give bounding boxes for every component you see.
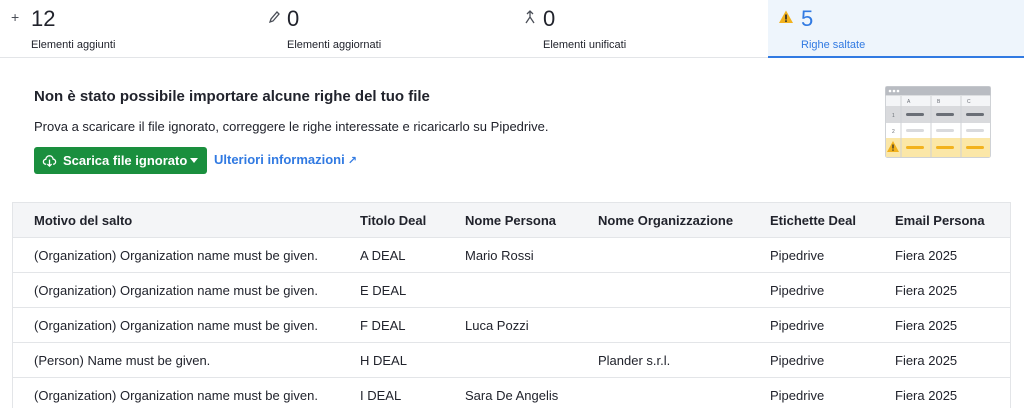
cell-deal-title: E DEAL: [360, 283, 407, 298]
cell-skip-reason: (Organization) Organization name must be…: [34, 318, 318, 333]
updated-label: Elementi aggiornati: [287, 39, 382, 51]
cell-person-name: Mario Rossi: [465, 248, 534, 263]
cell-deal-labels: Pipedrive: [770, 318, 825, 333]
header-organization-name[interactable]: Nome Organizzazione: [587, 203, 759, 237]
cell-skip-reason: (Organization) Organization name must be…: [34, 283, 318, 298]
cell-deal-labels: Pipedrive: [770, 283, 825, 298]
cell-deal-labels: Pipedrive: [770, 353, 825, 368]
cell-deal-labels: Pipedrive: [770, 248, 825, 263]
chevron-down-icon[interactable]: [190, 158, 198, 163]
illus-row-1: 1: [892, 113, 895, 119]
illus-col-c: C: [967, 99, 971, 105]
cell-organization-name: Plander s.r.l.: [598, 353, 671, 368]
more-info-label: Ulteriori informazioni: [214, 152, 345, 167]
cell-person-email: Fiera 2025: [895, 248, 958, 263]
table-row: (Person) Name must be given. H DEAL Plan…: [13, 343, 1010, 378]
cell-person-email: Fiera 2025: [895, 353, 958, 368]
external-link-icon: ↗: [347, 155, 357, 167]
cell-organization-name: [587, 273, 759, 307]
merged-count: 0: [543, 6, 556, 31]
cell-skip-reason: (Organization) Organization name must be…: [34, 248, 318, 263]
cell-person-email: Fiera 2025: [895, 388, 958, 403]
cell-person-email: Fiera 2025: [895, 283, 958, 298]
cloud-download-icon: [42, 153, 57, 168]
cell-deal-title: H DEAL: [360, 353, 407, 368]
cell-person-name: Sara De Angelis: [465, 388, 559, 403]
tab-updated-items[interactable]: 0 Elementi aggiornati: [256, 0, 512, 58]
table-header: Motivo del salto Titolo Deal Nome Person…: [13, 203, 1010, 238]
header-person-name[interactable]: Nome Persona: [454, 203, 587, 237]
tab-merged-items[interactable]: 0 Elementi unificati: [512, 0, 768, 58]
skipped-rows-headline: Non è stato possibile importare alcune r…: [34, 88, 430, 105]
cell-deal-title: I DEAL: [360, 388, 402, 403]
more-info-link[interactable]: Ulteriori informazioni ↗: [214, 152, 357, 169]
cell-person-email: Fiera 2025: [895, 318, 958, 333]
cell-organization-name: [587, 238, 759, 272]
tab-added-items[interactable]: + 12 Elementi aggiunti: [0, 0, 256, 58]
merged-label: Elementi unificati: [543, 39, 627, 51]
updated-count: 0: [287, 6, 300, 31]
tab-skipped-rows[interactable]: 5 Righe saltate: [768, 0, 1024, 58]
cell-organization-name: [587, 378, 759, 408]
table-row: (Organization) Organization name must be…: [13, 273, 1010, 308]
spreadsheet-illustration: A B C 1 2: [885, 86, 991, 158]
skipped-label: Righe saltate: [801, 39, 866, 51]
header-person-email[interactable]: Email Persona: [884, 203, 1010, 237]
skipped-rows-table: Motivo del salto Titolo Deal Nome Person…: [12, 202, 1011, 408]
pencil-icon: [267, 9, 281, 25]
import-summary-tabs: + 12 Elementi aggiunti 0 Elementi aggior…: [0, 0, 1024, 58]
cell-person-name: [454, 343, 587, 377]
plus-icon: +: [11, 9, 20, 25]
cell-skip-reason: (Person) Name must be given.: [34, 353, 211, 368]
header-deal-title[interactable]: Titolo Deal: [349, 203, 454, 237]
table-row: (Organization) Organization name must be…: [13, 308, 1010, 343]
added-count: 12: [31, 6, 56, 31]
cell-deal-labels: Pipedrive: [770, 388, 825, 403]
warning-icon: [778, 9, 793, 25]
skipped-count: 5: [801, 6, 814, 31]
cell-person-name: Luca Pozzi: [465, 318, 529, 333]
illus-row-2: 2: [892, 129, 895, 135]
cell-deal-title: F DEAL: [360, 318, 406, 333]
download-button-label: Scarica file ignorato: [63, 152, 188, 168]
cell-organization-name: [587, 308, 759, 342]
cell-person-name: [454, 273, 587, 307]
header-deal-labels[interactable]: Etichette Deal: [759, 203, 884, 237]
cell-skip-reason: (Organization) Organization name must be…: [34, 388, 318, 403]
table-row: (Organization) Organization name must be…: [13, 238, 1010, 273]
skipped-rows-description: Prova a scaricare il file ignorato, corr…: [34, 119, 549, 134]
merge-icon: [523, 9, 537, 25]
added-label: Elementi aggiunti: [31, 39, 116, 51]
table-row: (Organization) Organization name must be…: [13, 378, 1010, 408]
cell-deal-title: A DEAL: [360, 248, 406, 263]
download-ignored-file-button[interactable]: Scarica file ignorato: [34, 147, 207, 174]
header-skip-reason[interactable]: Motivo del salto: [13, 203, 349, 237]
